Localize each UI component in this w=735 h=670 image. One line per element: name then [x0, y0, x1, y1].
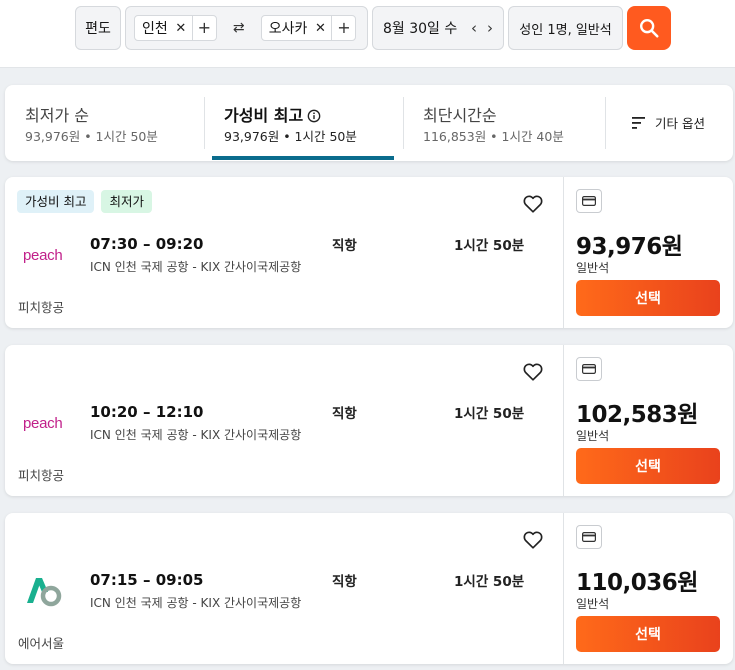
active-tab-indicator — [212, 156, 394, 160]
best-value-badge: 가성비 최고 — [17, 190, 95, 213]
tab-title: 최단시간순 — [423, 106, 497, 125]
flight-times: 07:15 – 09:05 — [90, 571, 204, 589]
select-button[interactable]: 선택 — [576, 616, 720, 652]
flight-stops: 직항 — [332, 406, 357, 422]
flight-route: ICN 인천 국제 공항 - KIX 간사이국제공항 — [90, 596, 302, 610]
search-button[interactable] — [627, 6, 671, 50]
trip-type-label: 편도 — [85, 21, 111, 37]
flight-details[interactable]: 가성비 최고 최저가 peach 07:30 – 09:20 ICN 인천 국제… — [5, 177, 563, 328]
flight-price: 93,976원 — [576, 234, 683, 260]
airline-logo — [23, 571, 77, 611]
payment-card-icon — [576, 525, 602, 549]
flight-stops: 직항 — [332, 574, 357, 590]
flight-stops: 직항 — [332, 238, 357, 254]
select-button-label: 선택 — [635, 291, 661, 307]
tab-divider — [605, 97, 606, 149]
airline-name: 피치항공 — [18, 468, 65, 483]
origin-chip[interactable]: 인천 ✕ + — [134, 15, 217, 41]
search-bar: 편도 인천 ✕ + ⇄ 오사카 ✕ + 8월 30일 수 ‹ › 성인 1명, … — [0, 0, 735, 68]
search-icon — [640, 19, 659, 38]
flight-price: 110,036원 — [576, 570, 698, 596]
flight-details[interactable]: 07:15 – 09:05 ICN 인천 국제 공항 - KIX 간사이국제공항… — [5, 513, 563, 664]
other-options-button[interactable]: 기타 옵션 — [632, 113, 705, 132]
flight-route: ICN 인천 국제 공항 - KIX 간사이국제공항 — [90, 260, 302, 274]
tab-title: 최저가 순 — [25, 106, 89, 125]
flight-card[interactable]: 가성비 최고 최저가 peach 07:30 – 09:20 ICN 인천 국제… — [5, 177, 733, 328]
prev-date-icon[interactable]: ‹ — [471, 19, 477, 37]
airline-logo: peach — [23, 235, 77, 275]
trip-type-select[interactable]: 편도 — [75, 6, 121, 50]
passenger-label: 성인 1명, 일반석 — [519, 22, 612, 38]
select-button-label: 선택 — [635, 627, 661, 643]
select-button[interactable]: 선택 — [576, 448, 720, 484]
flight-route: ICN 인천 국제 공항 - KIX 간사이국제공항 — [90, 428, 302, 442]
select-button-label: 선택 — [635, 459, 661, 475]
card-divider — [563, 513, 564, 664]
payment-card-icon — [576, 357, 602, 381]
badge-row: 가성비 최고 최저가 — [17, 190, 152, 213]
airline-logo: peach — [23, 403, 77, 443]
air-seoul-logo — [27, 578, 62, 607]
swap-cities-icon[interactable]: ⇄ — [217, 20, 261, 36]
peach-logo: peach — [23, 414, 63, 432]
destination-chip[interactable]: 오사카 ✕ + — [260, 15, 357, 41]
remove-origin-icon[interactable]: ✕ — [174, 21, 188, 36]
add-destination-button[interactable]: + — [331, 16, 355, 40]
sort-lines-icon — [632, 116, 645, 129]
flight-details[interactable]: peach 10:20 – 12:10 ICN 인천 국제 공항 - KIX 간… — [5, 345, 563, 496]
airline-name: 에어서울 — [18, 636, 65, 651]
flight-times: 10:20 – 12:10 — [90, 403, 204, 421]
flight-price: 102,583원 — [576, 402, 698, 428]
tab-title: 가성비 최고 — [224, 102, 321, 126]
destination-city: 오사카 — [268, 21, 308, 37]
flight-duration: 1시간 50분 — [454, 406, 525, 422]
peach-logo: peach — [23, 246, 63, 264]
tab-title-text: 가성비 최고 — [224, 106, 304, 125]
flight-card[interactable]: peach 10:20 – 12:10 ICN 인천 국제 공항 - KIX 간… — [5, 345, 733, 496]
flight-duration: 1시간 50분 — [454, 574, 525, 590]
heart-icon[interactable] — [522, 529, 544, 551]
route-field: 인천 ✕ + ⇄ 오사카 ✕ + — [125, 6, 368, 50]
payment-card-icon — [576, 189, 602, 213]
next-date-icon[interactable]: › — [487, 19, 493, 37]
add-origin-button[interactable]: + — [191, 16, 216, 40]
passenger-field[interactable]: 성인 1명, 일반석 — [508, 6, 623, 50]
cabin-class: 일반석 — [576, 261, 610, 275]
card-divider — [563, 345, 564, 496]
card-divider — [563, 177, 564, 328]
cabin-class: 일반석 — [576, 597, 610, 611]
date-label: 8월 30일 수 — [383, 21, 458, 37]
flight-times: 07:30 – 09:20 — [90, 235, 204, 253]
cheapest-badge: 최저가 — [101, 190, 152, 213]
select-button[interactable]: 선택 — [576, 280, 720, 316]
tab-subtitle: 116,853원 • 1시간 40분 — [423, 129, 564, 144]
cabin-class: 일반석 — [576, 429, 610, 443]
date-arrows: ‹ › — [471, 19, 493, 37]
tab-cheapest[interactable]: 최저가 순 93,976원 • 1시간 50분 — [5, 85, 205, 161]
flight-card[interactable]: 07:15 – 09:05 ICN 인천 국제 공항 - KIX 간사이국제공항… — [5, 513, 733, 664]
airline-name: 피치항공 — [18, 300, 65, 315]
info-icon[interactable] — [307, 109, 321, 123]
heart-icon[interactable] — [522, 361, 544, 383]
other-options-label: 기타 옵션 — [655, 116, 705, 131]
tab-best-value[interactable]: 가성비 최고 93,976원 • 1시간 50분 — [204, 85, 403, 161]
flight-duration: 1시간 50분 — [454, 238, 525, 254]
sort-tabs: 최저가 순 93,976원 • 1시간 50분 가성비 최고 93,976원 •… — [5, 85, 733, 161]
heart-icon[interactable] — [522, 193, 544, 215]
tab-subtitle: 93,976원 • 1시간 50분 — [224, 129, 357, 144]
remove-destination-icon[interactable]: ✕ — [313, 21, 327, 36]
tab-subtitle: 93,976원 • 1시간 50분 — [25, 129, 158, 144]
origin-city: 인천 — [142, 21, 168, 37]
date-field[interactable]: 8월 30일 수 ‹ › — [372, 6, 504, 50]
tab-fastest[interactable]: 최단시간순 116,853원 • 1시간 40분 — [403, 85, 605, 161]
